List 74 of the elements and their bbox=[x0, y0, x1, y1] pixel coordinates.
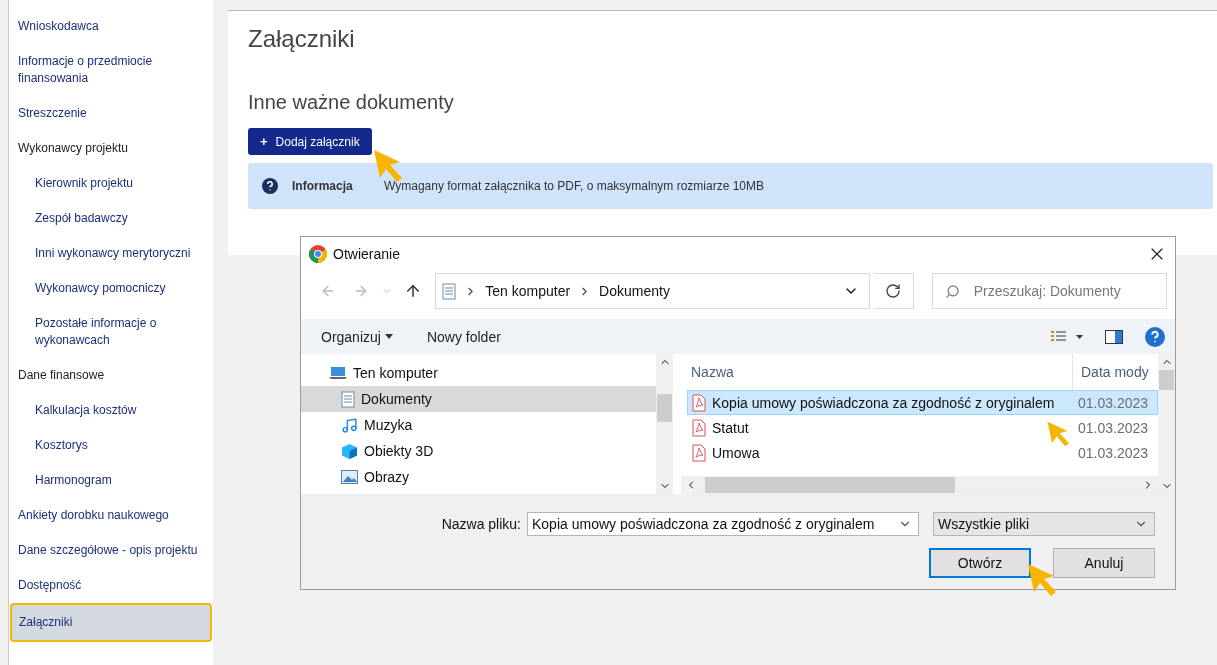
caret-icon bbox=[384, 334, 393, 339]
cursor-icon bbox=[1046, 420, 1072, 448]
sidebar-item[interactable]: Wnioskodawca bbox=[9, 9, 213, 44]
sidebar-item[interactable]: Streszczenie bbox=[9, 96, 213, 131]
address-bar[interactable]: Ten komputer Dokumenty bbox=[435, 273, 871, 309]
folder-tree-item[interactable]: Muzyka bbox=[301, 412, 656, 438]
organize-button[interactable]: Organizuj bbox=[321, 328, 393, 345]
sidebar-item[interactable]: Kierownik projektu bbox=[9, 166, 213, 201]
file-row[interactable]: Umowa 01.03.2023 bbox=[687, 440, 1158, 465]
sidebar-item[interactable]: Kalkulacja kosztów bbox=[9, 393, 213, 428]
folder-tree-item[interactable]: Dokumenty bbox=[301, 386, 656, 412]
file-date: 01.03.2023 bbox=[1078, 394, 1149, 411]
folder-tree-item[interactable]: Ten komputer bbox=[301, 360, 656, 386]
scrollbar[interactable] bbox=[681, 476, 1158, 494]
sidebar-item[interactable]: Pozostałe informacje o wykonawcach bbox=[9, 306, 213, 358]
sidebar-item[interactable]: Inni wykonawcy merytoryczni bbox=[9, 236, 213, 271]
browser-logo-icon bbox=[309, 245, 327, 263]
help-icon[interactable] bbox=[1145, 326, 1165, 347]
sidebar-item[interactable]: Załączniki bbox=[10, 603, 212, 642]
refresh-icon bbox=[885, 283, 902, 299]
search-icon bbox=[944, 283, 960, 299]
preview-pane-icon[interactable] bbox=[1105, 329, 1123, 344]
sidebar-item[interactable]: Ankiety dorobku naukowego bbox=[9, 498, 213, 533]
pdf-file-icon bbox=[692, 418, 706, 437]
scrollbar-thumb[interactable] bbox=[657, 394, 672, 422]
cancel-button[interactable]: Anuluj bbox=[1053, 548, 1155, 578]
sidebar-item[interactable]: Informacje o przedmiocie finansowania bbox=[9, 44, 213, 96]
column-header[interactable]: Data mody bbox=[1073, 354, 1158, 390]
file-row[interactable]: Statut 01.03.2023 bbox=[687, 415, 1158, 440]
help-icon bbox=[262, 178, 278, 194]
page-title: Załączniki bbox=[248, 25, 356, 53]
breadcrumb-item[interactable]: Ten komputer bbox=[485, 283, 571, 299]
folder-tree-item[interactable]: Obrazy bbox=[301, 464, 656, 490]
file-date: 01.03.2023 bbox=[1078, 444, 1149, 461]
pdf-file-icon bbox=[692, 393, 706, 412]
pdf-file-icon bbox=[692, 443, 706, 462]
computer-icon bbox=[329, 366, 347, 380]
picture-icon bbox=[341, 470, 358, 484]
document-icon bbox=[442, 282, 457, 300]
new-folder-button[interactable]: Nowy folder bbox=[426, 328, 501, 345]
file-type-dropdown[interactable]: Wszystkie pliki bbox=[933, 512, 1155, 536]
add-attachment-button[interactable]: + Dodaj załącznik bbox=[248, 128, 372, 155]
scrollbar-thumb[interactable] bbox=[705, 477, 955, 493]
folder-tree-item[interactable]: Obiekty 3D bbox=[301, 438, 656, 464]
sidebar-item[interactable]: Kosztorys bbox=[9, 428, 213, 463]
info-text: Wymagany format załącznika to PDF, o maksymalnym rozmiarze 10MB bbox=[384, 179, 764, 193]
file-name: Statut bbox=[712, 419, 749, 436]
scrollbar-thumb[interactable] bbox=[1159, 370, 1174, 390]
file-name: Kopia umowy poświadczona za zgodność z oryginalem bbox=[712, 394, 1055, 411]
file-row[interactable]: Kopia umowy poświadczona za zgodność z oryginalem 01.03.2023 bbox=[687, 390, 1158, 415]
sidebar-group-label[interactable]: Dane finansowe bbox=[9, 358, 213, 393]
file-name-field[interactable]: Kopia umowy poświadczona za zgodność z oryginalem bbox=[527, 512, 919, 536]
breadcrumb-item[interactable]: Dokumenty bbox=[599, 283, 670, 299]
scrollbar[interactable] bbox=[1158, 354, 1175, 494]
search-field[interactable]: Przeszukaj: Dokumenty bbox=[931, 273, 1167, 309]
sidebar-item[interactable]: Wykonawcy pomocniczy bbox=[9, 271, 213, 306]
sidebar-group-label[interactable]: Wykonawcy projektu bbox=[9, 131, 213, 166]
file-name-label: Nazwa pliku: bbox=[441, 516, 521, 532]
document-icon bbox=[341, 390, 355, 408]
file-name: Umowa bbox=[712, 444, 760, 461]
view-list-icon[interactable] bbox=[1051, 330, 1083, 343]
info-label: Informacja bbox=[292, 179, 354, 193]
open-button[interactable]: Otwórz bbox=[929, 548, 1031, 578]
scrollbar[interactable] bbox=[656, 354, 673, 494]
sidebar-item[interactable]: Harmonogram bbox=[9, 463, 213, 498]
file-date: 01.03.2023 bbox=[1078, 419, 1149, 436]
cube-icon bbox=[341, 442, 358, 460]
dialog-title: Otwieranie bbox=[333, 246, 401, 262]
refresh-button[interactable] bbox=[874, 273, 914, 309]
sidebar-item[interactable]: Zespół badawczy bbox=[9, 201, 213, 236]
sidebar-item[interactable]: Dostępność bbox=[9, 568, 213, 603]
section-title: Inne ważne dokumenty bbox=[248, 91, 455, 114]
sidebar-item[interactable]: Dane szczegółowe - opis projektu bbox=[9, 533, 213, 568]
music-note-icon bbox=[341, 416, 358, 434]
